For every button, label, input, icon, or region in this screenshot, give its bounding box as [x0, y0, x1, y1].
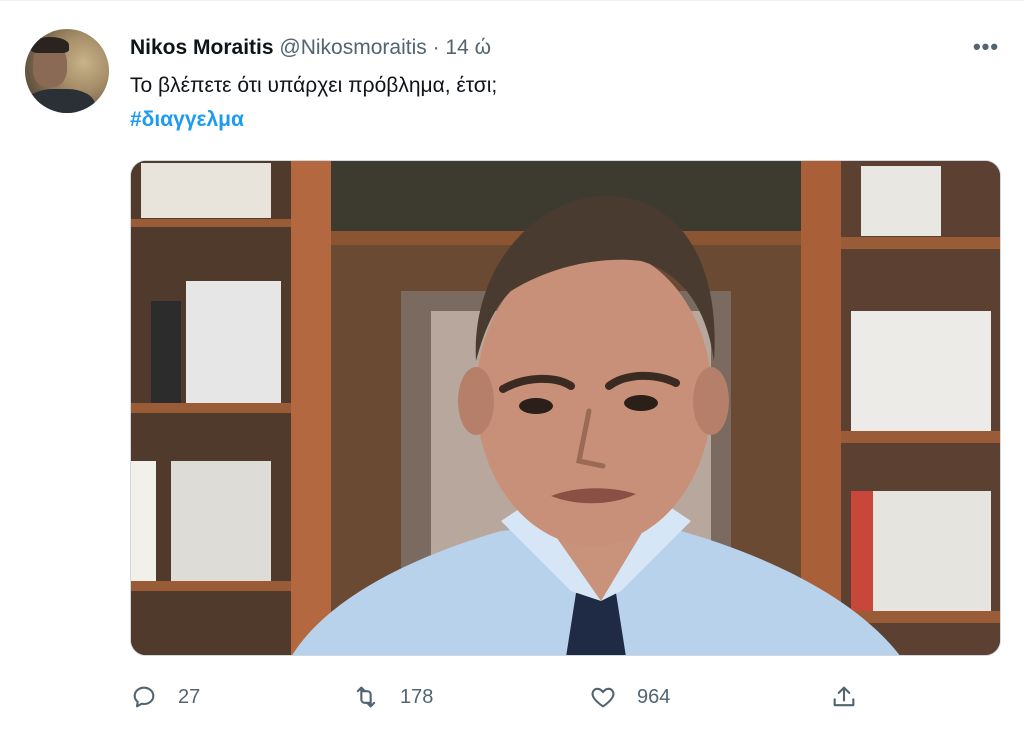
author-handle[interactable]: @Nikosmoraitis [279, 36, 426, 59]
retweet-count: 178 [400, 685, 434, 708]
reply-button[interactable]: 27 [130, 677, 200, 717]
author-name[interactable]: Nikos Moraitis [130, 36, 274, 59]
tweet-header: Nikos Moraitis @Nikosmoraitis · 14 ώ [130, 34, 491, 62]
share-icon [833, 686, 855, 707]
avatar-shirt [25, 89, 95, 113]
separator-dot: · [432, 36, 440, 59]
tweet[interactable]: Nikos Moraitis @Nikosmoraitis · 14 ώ •••… [0, 0, 1024, 731]
heart-icon [591, 687, 615, 708]
tweet-text: Το βλέπετε ότι υπάρχει πρόβλημα, έτσι; [130, 74, 498, 97]
tweet-time[interactable]: 14 ώ [445, 36, 491, 59]
media-illustration [131, 161, 1000, 655]
like-button[interactable]: 964 [589, 677, 670, 717]
more-horizontal-icon[interactable]: ••• [968, 31, 1004, 63]
avatar-hair [31, 37, 69, 53]
reply-icon [133, 686, 155, 708]
avatar[interactable] [25, 29, 109, 113]
hashtag-link[interactable]: #διαγγελμα [130, 106, 244, 134]
retweet-icon [356, 686, 376, 708]
like-count: 964 [637, 685, 671, 708]
retweet-button[interactable]: 178 [352, 677, 433, 717]
reply-count: 27 [178, 685, 201, 708]
tweet-actions: 27 178 964 [130, 677, 890, 717]
share-button[interactable] [830, 677, 858, 717]
tweet-media-image[interactable] [130, 160, 1001, 656]
